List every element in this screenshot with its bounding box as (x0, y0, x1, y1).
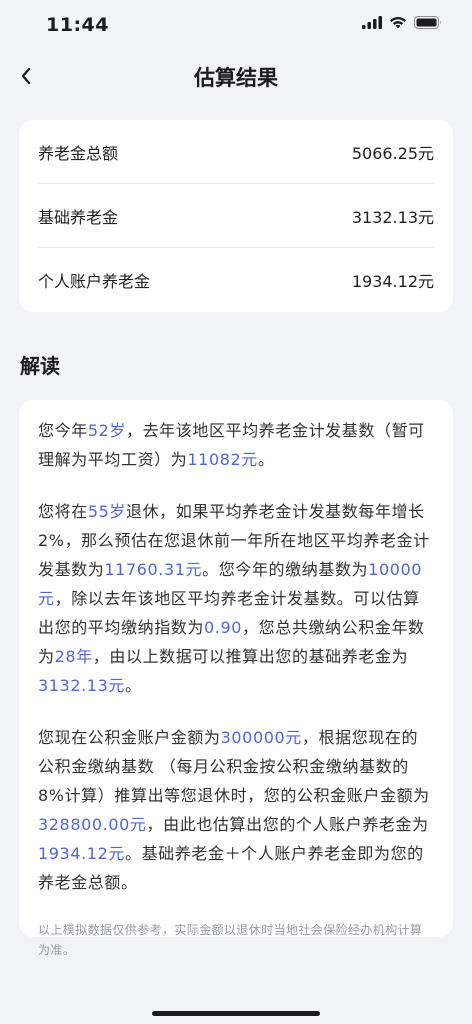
explanation-paragraph-3: 您现在公积金账户金额为300000元，根据您现在的公积金缴纳基数 （每月公积金按… (38, 723, 434, 897)
wifi-icon (390, 16, 406, 29)
home-indicator[interactable] (152, 1011, 320, 1016)
basic-pension-highlight: 3132.13元 (38, 676, 125, 695)
page-title: 估算结果 (194, 66, 278, 90)
section-title: 解读 (20, 354, 60, 378)
basic-pension-label: 基础养老金 (38, 208, 119, 227)
personal-pension-highlight: 1934.12元 (38, 844, 125, 863)
explanation-card: 您今年52岁，去年该地区平均养老金计发基数（暂可理解为平均工资）为11082元。… (19, 400, 453, 957)
summary-row-total: 养老金总额 5066.25元 (19, 120, 453, 184)
projected-account-highlight: 328800.00元 (38, 815, 147, 834)
explanation-paragraph-1: 您今年52岁，去年该地区平均养老金计发基数（暂可理解为平均工资）为11082元。 (38, 416, 434, 474)
personal-account-pension-value: 1934.12元 (351, 272, 434, 291)
contribution-index-highlight: 0.90 (204, 618, 243, 637)
average-base-highlight: 11082元 (187, 450, 258, 469)
text-segment: 您现在公积金账户金额为 (38, 728, 221, 747)
status-icons (362, 16, 442, 29)
personal-account-pension-label: 个人账户养老金 (38, 272, 151, 291)
text-segment: 。 (257, 450, 275, 469)
account-balance-highlight: 300000元 (220, 728, 302, 747)
navigation-bar: 估算结果 (0, 52, 472, 100)
text-segment: ，由此也估算出您的个人账户养老金为 (146, 815, 429, 834)
status-time: 11:44 (46, 14, 109, 36)
text-segment: 。 (124, 676, 142, 695)
summary-row-basic: 基础养老金 3132.13元 (19, 184, 453, 248)
text-segment: 您今年 (38, 421, 88, 440)
status-bar: 11:44 (0, 0, 472, 52)
cellular-signal-icon (362, 16, 382, 29)
disclaimer-note: 以上模拟数据仅供参考，实际金额以退休时当地社会保险经办机构计算为准。 (38, 923, 423, 957)
text-segment: 您将在 (38, 502, 88, 521)
summary-row-personal: 个人账户养老金 1934.12元 (19, 248, 453, 312)
contribution-years-highlight: 28年 (54, 647, 93, 666)
text-segment: 。您今年的缴纳基数为 (202, 560, 369, 579)
projected-base-highlight: 11760.31元 (104, 560, 203, 579)
text-segment: ，由以上数据可以推算出您的基础养老金为 (92, 647, 409, 666)
retirement-age-highlight: 55岁 (87, 502, 126, 521)
total-pension-label: 养老金总额 (38, 144, 119, 163)
age-highlight: 52岁 (87, 421, 126, 440)
total-pension-value: 5066.25元 (351, 144, 434, 163)
battery-icon (414, 16, 441, 29)
explanation-paragraph-2: 您将在55岁退休，如果平均养老金计发基数每年增长2%，那么预估在您退休前一年所在… (38, 497, 434, 700)
summary-card: 养老金总额 5066.25元 基础养老金 3132.13元 个人账户养老金 19… (19, 120, 453, 312)
basic-pension-value: 3132.13元 (351, 208, 434, 227)
